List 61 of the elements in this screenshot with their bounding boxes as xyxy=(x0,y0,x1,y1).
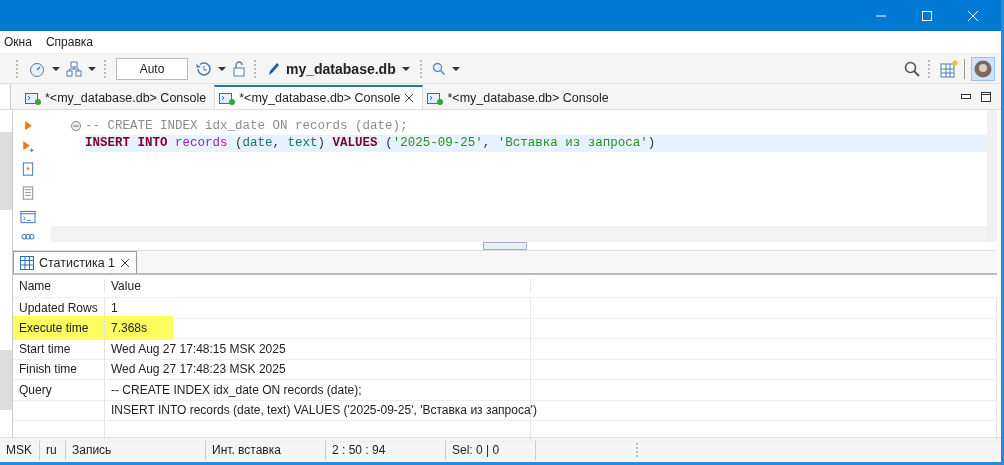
status-text: Sel: 0 | 0 xyxy=(452,443,500,457)
status-text: MSK xyxy=(6,443,32,457)
table-icon[interactable] xyxy=(940,59,958,78)
dropdown-caret-icon[interactable] xyxy=(88,65,96,72)
search-icon[interactable] xyxy=(431,61,446,76)
table-cell: Updated Rows xyxy=(19,300,98,315)
table-cell: Wed Aug 27 17:48:23 MSK 2025 xyxy=(111,362,286,377)
close-icon[interactable] xyxy=(120,257,131,268)
menu-item[interactable]: Окна xyxy=(4,35,32,49)
table-cell: Wed Aug 27 17:48:15 MSK 2025 xyxy=(111,341,286,356)
console-icon xyxy=(219,91,236,105)
results-tab[interactable]: Статистика 1 xyxy=(13,251,138,273)
status-text: 2 : 50 : 94 xyxy=(332,443,386,457)
console-icon xyxy=(25,91,41,105)
console-icon[interactable] xyxy=(20,210,36,224)
table-cell: 7.368s xyxy=(111,321,148,336)
dropdown-caret-icon[interactable] xyxy=(218,65,226,72)
menu-item[interactable]: Справка xyxy=(45,35,93,49)
gauge-icon[interactable] xyxy=(28,60,46,77)
editor-tab[interactable]: *<my_database.db> Console xyxy=(423,85,617,109)
table-cell: Query xyxy=(19,382,52,397)
play-plus-icon[interactable] xyxy=(21,140,35,154)
column-header[interactable]: Name xyxy=(13,279,105,293)
table-cell: Execute time xyxy=(19,321,89,336)
padlock-icon[interactable] xyxy=(232,60,246,77)
editor-tab[interactable]: *<my_database.db> Console xyxy=(21,85,215,109)
dropdown-caret-icon[interactable] xyxy=(52,65,60,72)
table-cell: Finish time xyxy=(19,362,77,377)
table-cell: Start time xyxy=(19,341,71,356)
vertical-scrollbar[interactable] xyxy=(987,110,997,242)
horizontal-scrollbar[interactable] xyxy=(51,226,987,242)
play-icon[interactable] xyxy=(22,120,34,132)
search-icon[interactable] xyxy=(904,60,920,77)
sash-handle[interactable] xyxy=(483,242,527,250)
document-icon[interactable] xyxy=(21,186,35,202)
perspective-button[interactable] xyxy=(971,56,995,81)
script-icon[interactable] xyxy=(21,162,35,178)
table-cell: INSERT INTO records (date, text) VALUES ('2025-09-25', 'Вставка из запроса') xyxy=(111,403,537,418)
dropdown-caret-icon xyxy=(401,65,410,72)
avatar-icon xyxy=(974,59,992,78)
grid-icon xyxy=(20,255,34,270)
commit-mode-field[interactable]: Auto xyxy=(116,57,188,80)
collapse-icon[interactable] xyxy=(71,121,81,131)
minimize-icon[interactable] xyxy=(961,93,971,100)
editor-tab[interactable]: *<my_database.db> Console xyxy=(214,85,424,109)
column-header[interactable]: Value xyxy=(105,279,531,293)
dropdown-caret-icon[interactable] xyxy=(451,65,460,72)
close-icon[interactable] xyxy=(404,93,415,103)
history-icon[interactable] xyxy=(194,60,212,77)
code-line: -- CREATE INDEX idx_date ON records (date); xyxy=(85,118,409,135)
network-icon[interactable] xyxy=(66,60,82,77)
table-cell: 1 xyxy=(111,300,118,315)
database-selector[interactable]: my_database.db xyxy=(266,60,412,77)
table-cell: -- CREATE INDEX idx_date ON records (date); xyxy=(111,382,362,397)
pen-icon xyxy=(268,61,280,76)
people-icon[interactable] xyxy=(20,232,36,242)
maximize-icon[interactable] xyxy=(981,91,991,102)
status-text: ru xyxy=(46,443,57,457)
status-text: Инт. вставка xyxy=(212,443,281,457)
status-text: Запись xyxy=(72,443,112,457)
console-icon xyxy=(427,91,444,105)
